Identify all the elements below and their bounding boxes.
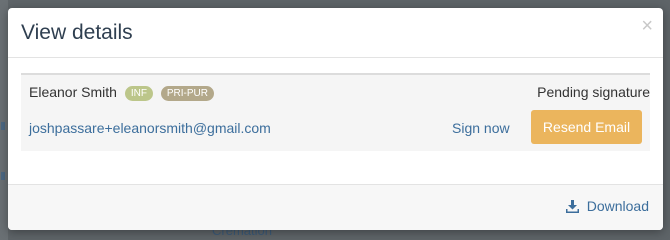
download-button[interactable]: Download [565,198,649,214]
sign-now-link[interactable]: Sign now [452,120,510,136]
modal-footer: Download [8,184,663,230]
signer-name: Eleanor Smith [29,84,117,100]
download-label: Download [586,198,649,214]
modal-title: View details [21,21,133,44]
signer-card: Eleanor Smith INF PRI-PUR Pending signat… [21,73,650,151]
signer-email-link[interactable]: joshpassare+eleanorsmith@gmail.com [29,120,271,136]
close-icon[interactable]: × [641,16,653,36]
modal-header: View details × [8,8,663,58]
download-icon [565,199,579,213]
background-page [0,0,8,240]
badge-pri-pur: PRI-PUR [160,86,214,101]
view-details-modal: View details × Eleanor Smith INF PRI-PUR… [8,8,663,230]
signer-name-row: Eleanor Smith INF PRI-PUR [29,84,214,101]
resend-email-button[interactable]: Resend Email [531,110,642,144]
background-fragment [1,122,5,130]
modal-body: Eleanor Smith INF PRI-PUR Pending signat… [8,58,663,183]
badge-inf: INF [124,86,153,101]
signature-status: Pending signature [537,84,650,100]
background-fragment [1,172,5,180]
